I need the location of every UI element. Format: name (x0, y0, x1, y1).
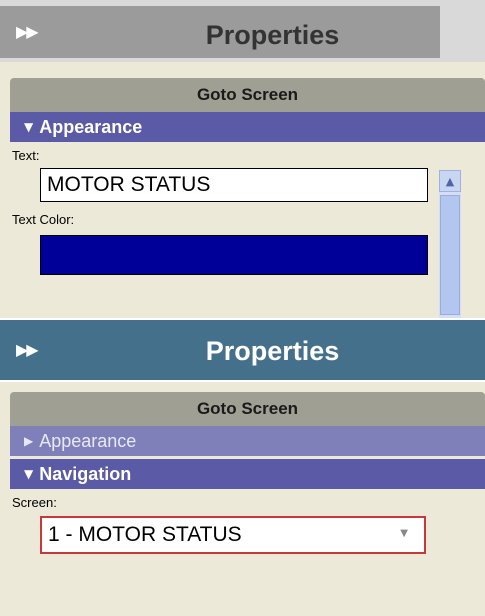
group-header: Goto Screen (10, 78, 485, 112)
triangle-right-icon: ▶ (24, 434, 34, 448)
group-title: Goto Screen (196, 399, 299, 418)
screen-select-value: 1 - MOTOR STATUS (48, 523, 242, 546)
goto-screen-group: Goto Screen ▼ Appearance Text: MOTOR STA… (10, 78, 485, 275)
screen-field-label: Screen: (12, 495, 57, 510)
panel-title: Properties (205, 20, 340, 50)
panel-title: Properties (205, 336, 340, 366)
properties-panel-top: ▶▶ Properties Goto Screen ▼ Appearance T… (0, 0, 485, 318)
scrollbar[interactable]: ▲ (439, 170, 461, 318)
section-appearance[interactable]: ▶ Appearance (10, 426, 485, 456)
section-label: Appearance (39, 116, 143, 137)
scroll-thumb[interactable] (440, 195, 460, 315)
dropdown-arrow-icon[interactable]: ▼ (400, 528, 408, 539)
text-field-label: Text: (12, 148, 40, 163)
text-color-label: Text Color: (12, 212, 75, 227)
group-title: Goto Screen (196, 85, 299, 104)
triangle-down-icon: ▼ (24, 467, 34, 481)
section-label: Navigation (39, 463, 132, 484)
screen-select[interactable]: 1 - MOTOR STATUS ▼ (40, 516, 426, 554)
text-color-swatch[interactable] (40, 235, 428, 275)
section-label: Appearance (39, 430, 137, 451)
properties-header: ▶▶ Properties (0, 320, 485, 382)
properties-panel-bottom: ▶▶ Properties Goto Screen ▶ Appearance ▼… (0, 318, 485, 616)
section-navigation[interactable]: ▼ Navigation (10, 459, 485, 489)
triangle-down-icon: ▼ (24, 120, 34, 134)
goto-screen-group: Goto Screen ▶ Appearance ▼ Navigation Sc… (10, 392, 485, 554)
text-input[interactable]: MOTOR STATUS (40, 168, 428, 202)
section-appearance[interactable]: ▼ Appearance (10, 112, 485, 142)
properties-header: ▶▶ Properties (0, 0, 485, 62)
group-header: Goto Screen (10, 392, 485, 426)
scroll-up-arrow-icon[interactable]: ▲ (439, 170, 461, 192)
